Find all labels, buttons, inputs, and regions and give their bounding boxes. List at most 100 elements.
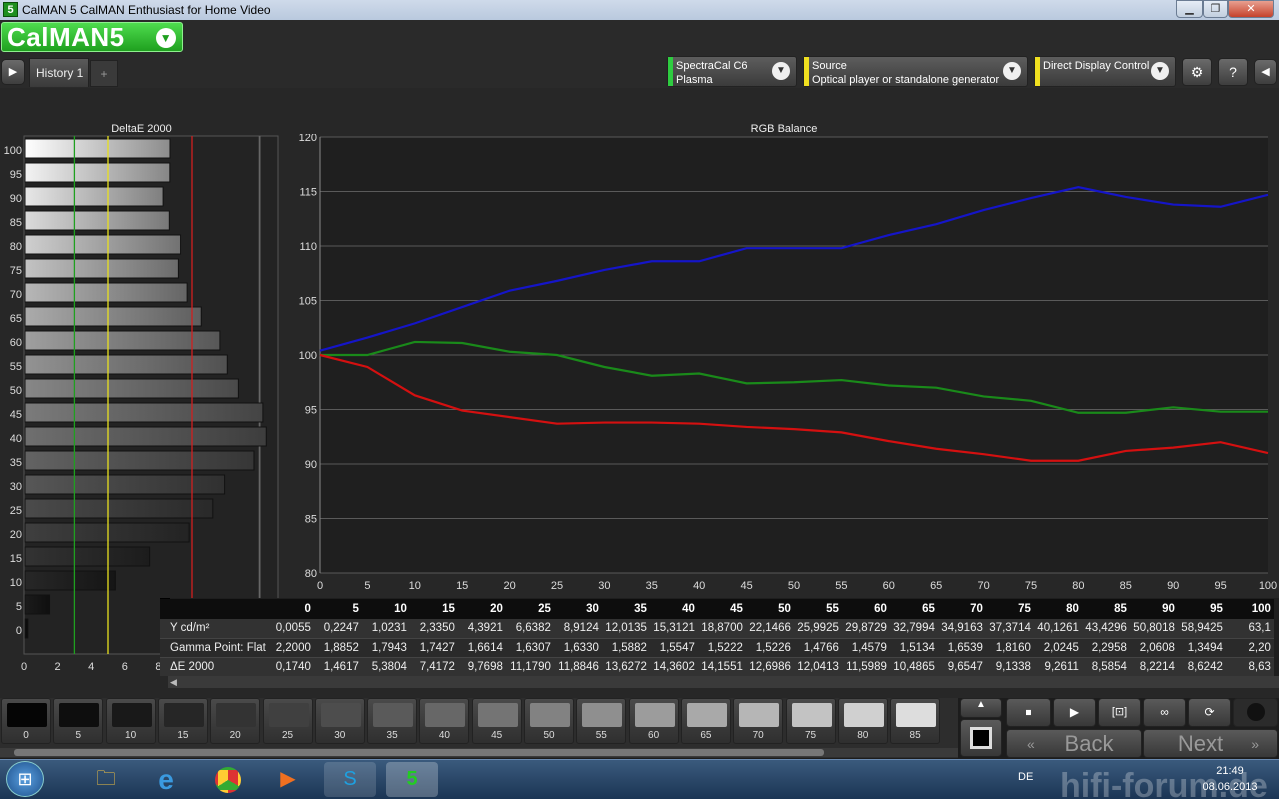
- record-button[interactable]: [1233, 698, 1278, 727]
- back-button[interactable]: « Back: [1006, 729, 1142, 758]
- deltae-y-tick-label: 55: [10, 361, 22, 373]
- patch-swatch[interactable]: 70: [733, 698, 784, 744]
- table-cell: 11,5989: [841, 657, 890, 676]
- table-row[interactable]: Y cd/m² 0,0055 0,2247 1,0231 2,3350 4,3921 6,6…: [160, 619, 1274, 639]
- table-row[interactable]: Gamma Point: Flat 2,2000 1,8852 1,7943 1,742…: [160, 638, 1274, 658]
- next-label: Next: [1177, 731, 1224, 756]
- table-cell: 40,1261: [1033, 619, 1082, 639]
- rgb-x-tick-label: 75: [1025, 580, 1037, 592]
- patch-swatch[interactable]: 15: [157, 698, 208, 744]
- collapse-right-button[interactable]: ◀: [1254, 59, 1277, 85]
- display-control-selector[interactable]: Direct Display Control ▼: [1034, 56, 1176, 87]
- patch-swatch[interactable]: 80: [837, 698, 888, 744]
- rgb-x-tick-label: 85: [1120, 580, 1132, 592]
- explorer-icon[interactable]: 🗀: [80, 762, 132, 797]
- deltae-y-tick-label: 85: [10, 217, 22, 229]
- play-button[interactable]: ▶: [1053, 698, 1096, 727]
- table-header-row: 0 5 10 15 20 25 30 35 40 45 50 55 60 65 70 75 80 85 90 95 10…: [160, 599, 1274, 619]
- patch-swatch[interactable]: 0: [1, 698, 51, 744]
- play-icon: ▶: [1069, 705, 1080, 719]
- patch-swatch[interactable]: 60: [628, 698, 679, 744]
- scroll-left-icon[interactable]: ◀: [170, 677, 177, 688]
- rgb-x-tick-label: 15: [456, 580, 468, 592]
- table-cell: 0,1740: [265, 657, 314, 676]
- table-cell: 1,4766: [793, 638, 842, 658]
- add-tab-button[interactable]: +: [90, 60, 118, 87]
- internet-explorer-icon[interactable]: e: [140, 762, 192, 797]
- record-icon: [1246, 703, 1265, 721]
- scroll-up-button[interactable]: ▲: [960, 698, 1002, 718]
- patch-swatch[interactable]: 5: [53, 698, 104, 744]
- calman-logo-button[interactable]: CalMAN5 ▼: [1, 22, 183, 52]
- tab-history-1[interactable]: History 1: [29, 58, 89, 87]
- patch-label: 55: [595, 730, 607, 741]
- table-cell: 0,0055: [265, 619, 314, 639]
- stop-measure-button[interactable]: ⏹: [1006, 698, 1051, 727]
- patch-swatch[interactable]: 35: [367, 698, 418, 744]
- rgb-y-tick-label: 115: [299, 187, 317, 199]
- rgb-x-tick-label: 55: [835, 580, 847, 592]
- refresh-button[interactable]: ⟳: [1188, 698, 1231, 727]
- source-selector[interactable]: Source Optical player or standalone gene…: [803, 56, 1028, 87]
- meter-selector[interactable]: SpectraCal C6 Plasma ▼: [667, 56, 797, 87]
- stop-button[interactable]: [960, 719, 1002, 757]
- patch-swatch[interactable]: 45: [471, 698, 522, 744]
- table-column-header: 65: [889, 599, 938, 619]
- patch-color: [477, 703, 518, 727]
- patch-swatch[interactable]: 50: [524, 698, 574, 744]
- table-cell: 12,6986: [745, 657, 794, 676]
- rgb-x-tick-label: 65: [930, 580, 942, 592]
- rgb-x-tick-label: 90: [1167, 580, 1179, 592]
- table-cell: 1,5226: [745, 638, 794, 658]
- language-indicator[interactable]: DE: [1018, 771, 1033, 783]
- deltae-bar: [24, 210, 170, 231]
- patch-swatch[interactable]: 65: [680, 698, 731, 744]
- deltae-y-tick-label: 70: [10, 289, 22, 301]
- next-button[interactable]: Next »: [1143, 729, 1278, 758]
- app-icon: 5: [3, 2, 18, 17]
- close-button[interactable]: ✕: [1228, 0, 1274, 18]
- patch-swatch[interactable]: 30: [314, 698, 365, 744]
- continuous-button[interactable]: ∞: [1143, 698, 1186, 727]
- measure-frame-button[interactable]: [⊡]: [1098, 698, 1141, 727]
- maximize-button[interactable]: ❐: [1203, 0, 1228, 18]
- stop-icon: ⏹: [1025, 705, 1032, 719]
- patch-swatch[interactable]: 75: [785, 698, 836, 744]
- chrome-icon[interactable]: [202, 762, 254, 797]
- patch-swatch[interactable]: 10: [105, 698, 156, 744]
- patch-swatch[interactable]: 20: [210, 698, 261, 744]
- clock-date[interactable]: 08.06.2013: [1195, 781, 1265, 793]
- deltae-y-tick-label: 65: [10, 313, 22, 325]
- minimize-button[interactable]: ▁: [1176, 0, 1203, 18]
- table-cell: 12,0413: [793, 657, 842, 676]
- patch-swatch[interactable]: 85: [890, 698, 941, 744]
- table-cell: 8,5854: [1081, 657, 1130, 676]
- table-cell: 11,8846: [553, 657, 602, 676]
- rgb-x-tick-label: 5: [364, 580, 370, 592]
- patch-scrollbar[interactable]: [0, 748, 958, 757]
- table-cell: 1,3494: [1177, 638, 1226, 658]
- rgb-y-tick-label: 100: [299, 350, 317, 362]
- table-cell: 1,5882: [601, 638, 650, 658]
- help-button[interactable]: ?: [1218, 58, 1248, 86]
- media-player-icon[interactable]: ▶: [262, 762, 314, 797]
- patch-scroll-thumb[interactable]: [14, 749, 824, 756]
- patch-swatch[interactable]: 25: [262, 698, 313, 744]
- rgb-y-tick-label: 105: [299, 296, 317, 308]
- start-button[interactable]: ⊞: [6, 761, 44, 797]
- clock-time[interactable]: 21:49: [1195, 765, 1265, 777]
- patch-color: [373, 703, 414, 727]
- patch-swatch[interactable]: 55: [576, 698, 627, 744]
- table-cell: 8,2214: [1129, 657, 1178, 676]
- skype-icon[interactable]: S: [324, 762, 376, 797]
- deltae-bar: [24, 306, 202, 327]
- calman-taskbar-icon[interactable]: 5: [386, 762, 438, 797]
- deltae-x-tick-label: 2: [55, 661, 61, 673]
- patch-swatch[interactable]: 40: [419, 698, 470, 744]
- settings-button[interactable]: ⚙: [1182, 58, 1212, 86]
- expand-left-button[interactable]: ▶: [1, 59, 25, 85]
- deltae-bar: [24, 594, 51, 615]
- rgb-x-tick-label: 60: [883, 580, 895, 592]
- table-row[interactable]: ΔE 2000 0,1740 1,4617 5,3804 7,4172 9,7698 11,…: [160, 657, 1274, 676]
- table-scrollbar[interactable]: ◀: [168, 676, 1279, 688]
